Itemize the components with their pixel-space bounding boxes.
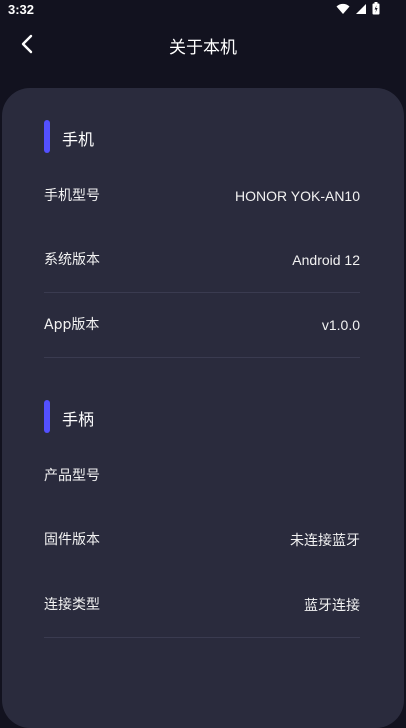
row-system-version: 系统版本 Android 12: [44, 228, 360, 292]
divider: [44, 357, 360, 358]
page-title: 关于本机: [169, 38, 237, 58]
row-value: 未连接蓝牙: [290, 532, 360, 548]
section-phone: 手机: [44, 120, 360, 154]
row-value: HONOR YOK-AN10: [235, 188, 360, 204]
row-app-version: App版本 v1.0.0: [44, 293, 360, 357]
row-label: 连接类型: [44, 597, 100, 613]
status-icons: [336, 2, 380, 15]
row-value: Android 12: [292, 252, 360, 268]
status-time: 3:32: [8, 2, 35, 17]
section-accent-bar: [44, 400, 50, 433]
row-label: App版本: [44, 317, 100, 333]
row-label: 固件版本: [44, 532, 100, 548]
divider: [44, 637, 360, 638]
row-label: 系统版本: [44, 252, 100, 268]
section-accent-bar: [44, 120, 50, 153]
row-connection-type: 连接类型 蓝牙连接: [44, 573, 360, 637]
row-firmware-version: 固件版本 未连接蓝牙: [44, 508, 360, 572]
row-value: 蓝牙连接: [304, 597, 360, 613]
section-controller: 手柄: [44, 400, 360, 434]
status-bar: 3:32: [0, 0, 406, 20]
battery-icon: [372, 2, 380, 15]
row-product-model: 产品型号: [44, 444, 360, 508]
row-label: 产品型号: [44, 468, 100, 484]
wifi-icon: [336, 3, 350, 14]
row-value: v1.0.0: [321, 317, 360, 333]
signal-icon: [356, 3, 366, 14]
row-phone-model: 手机型号 HONOR YOK-AN10: [44, 164, 360, 228]
row-label: 手机型号: [44, 188, 100, 204]
header: 关于本机: [0, 20, 406, 70]
section-title-phone: 手机: [62, 130, 95, 149]
section-title-controller: 手柄: [62, 410, 95, 429]
